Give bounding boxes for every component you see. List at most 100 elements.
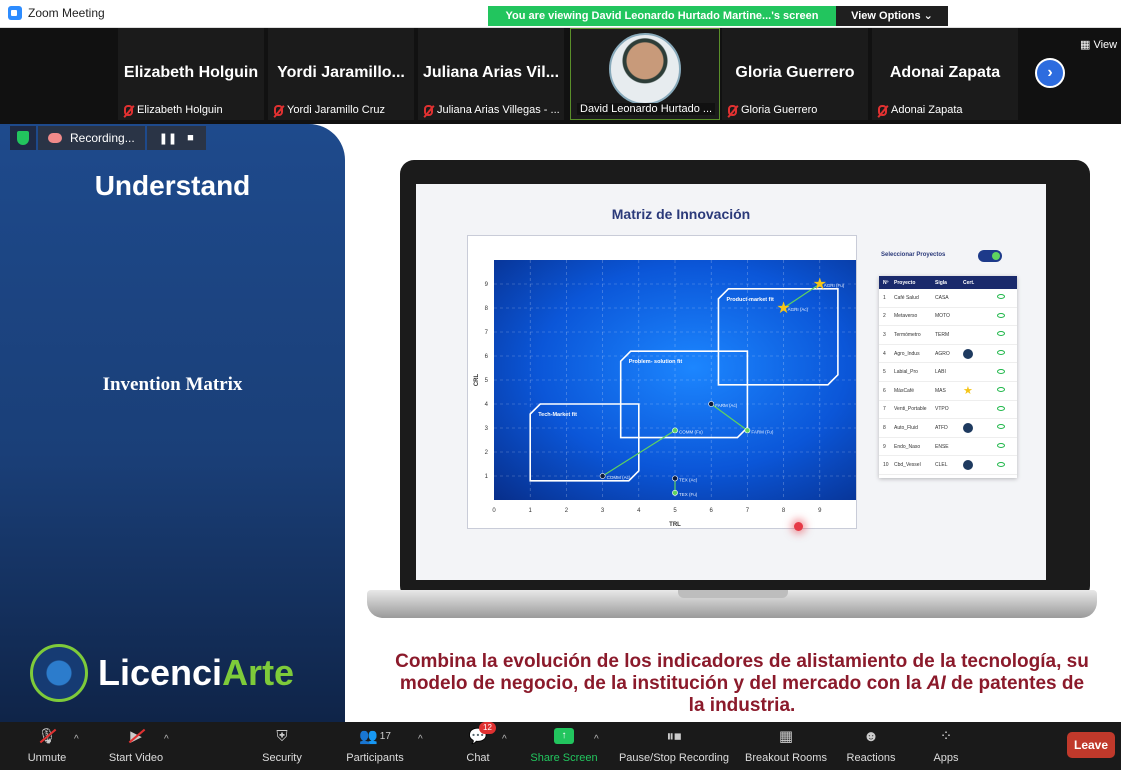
view-button[interactable]: ▦ View [1080,38,1117,51]
leave-button[interactable]: Leave [1067,732,1115,758]
project-name: Cbd_Vessel [894,462,921,469]
x-axis-label: TRL [669,522,681,528]
video-off-icon: ▶ [125,726,147,746]
zoom-logo-icon [8,6,22,20]
table-row[interactable]: 5 Labial_Pro LABI [879,363,1017,382]
security-button[interactable]: ⛨ Security [252,726,312,770]
apps-button[interactable]: ⁘ Apps [926,726,966,770]
table-header: Nº Proyecto Sigla Cert. [879,276,1017,289]
eye-icon[interactable] [997,312,1005,318]
participants-chevron-icon[interactable]: ^ [418,734,423,745]
eye-icon[interactable] [997,294,1005,300]
y-tick-label: 4 [485,402,489,408]
participant-name: Juliana Arias Vil... [422,64,560,81]
breakout-rooms-button[interactable]: ▦ Breakout Rooms [742,726,830,770]
select-projects-toggle[interactable] [978,250,1002,262]
audio-options-chevron-icon[interactable]: ^ [74,734,79,745]
participant-tile[interactable]: Yordi Jaramillo... Yordi Jaramillo Cruz [268,28,414,120]
table-row[interactable]: 9 Endo_Naso ENSE [879,438,1017,457]
project-name: Agro_Indus [894,350,920,357]
caption-line-2: modelo de negocio, de la institución y d… [372,673,1112,695]
chat-button[interactable]: 💬 12 Chat [458,722,498,770]
eye-icon[interactable] [997,461,1005,467]
project-cert [963,460,997,471]
participant-tile[interactable]: Adonai Zapata Adonai Zapata [872,28,1018,120]
pause-stop-recording-label: Pause/Stop Recording [618,752,730,764]
view-options-button[interactable]: View Options ⌄ [836,6,948,26]
table-row[interactable]: 6 MásCafé MAS ★ [879,382,1017,401]
stop-recording-icon[interactable]: ■ [187,132,194,144]
y-tick-label: 6 [485,354,489,360]
participant-tile[interactable]: Juliana Arias Vil... Juliana Arias Ville… [418,28,564,120]
pause-recording-icon[interactable]: ❚❚ [159,132,177,145]
breakout-rooms-label: Breakout Rooms [745,752,827,764]
apps-icon: ⁘ [939,728,953,745]
security-label: Security [262,752,302,764]
x-tick-label: 5 [673,508,677,514]
data-point [744,427,751,434]
video-options-chevron-icon[interactable]: ^ [164,734,169,745]
project-number: 7 [883,406,886,413]
start-video-button[interactable]: ▶ Start Video [100,726,172,770]
participant-name: Gloria Guerrero [735,64,855,81]
y-tick-label: 7 [485,330,489,336]
shared-screen: Understand Invention Matrix LicenciArte … [0,124,1121,722]
logo-mark-icon [30,644,88,702]
app-title: Zoom Meeting [8,6,105,20]
table-row[interactable]: 3 Termómetro TERM [879,326,1017,345]
y-tick-label: 1 [485,474,489,480]
caption-line-2a: modelo de negocio, de la institución y d… [399,673,927,694]
mic-muted-icon [274,104,283,116]
eye-icon[interactable] [997,424,1005,430]
share-options-chevron-icon[interactable]: ^ [594,734,599,745]
project-cert [963,422,997,433]
project-sigla: MAS [935,387,946,394]
project-name: Labial_Pro [894,369,918,376]
participant-label: Gloria Guerrero [741,104,818,116]
project-sigla: VTPO [935,406,949,413]
eye-icon[interactable] [997,350,1005,356]
project-sigla: CASA [935,294,949,301]
data-point-label: TEX (Ac) [679,477,698,482]
participant-tile[interactable]: Elizabeth Holguin Elizabeth Holguin [118,28,264,120]
certification-badge-icon [963,460,973,471]
project-number: 9 [883,443,886,450]
eye-icon[interactable] [997,368,1005,374]
table-row[interactable]: 10 Cbd_Vessel CLEL [879,456,1017,475]
eye-icon[interactable] [997,405,1005,411]
eye-icon[interactable] [997,331,1005,337]
chat-icon: 💬 12 [467,722,496,746]
participants-icon: 👥 17 [359,728,391,745]
table-row[interactable]: 8 Auto_Fluid ATFD [879,419,1017,438]
reactions-button[interactable]: ☻ Reactions [842,726,900,770]
chat-chevron-icon[interactable]: ^ [502,734,507,745]
x-tick-label: 8 [782,508,786,514]
eye-icon[interactable] [997,443,1005,449]
participant-tile-active-speaker[interactable]: David Leonardo Hurtado ... [570,28,720,120]
table-row[interactable]: 1 Café Salud CASA [879,289,1017,308]
matrix-title: Matriz de Innovación [611,206,751,222]
zone-label: Problem- solution fit [629,359,683,365]
participant-tile[interactable]: Gloria Guerrero Gloria Guerrero [722,28,868,120]
table-row[interactable]: 7 Venti_Portable VTPO [879,401,1017,420]
share-screen-button[interactable]: ↑ Share Screen [526,726,602,770]
x-tick-label: 1 [529,508,533,514]
eye-icon[interactable] [997,387,1005,393]
y-tick-label: 9 [485,282,489,288]
caption-line-3: la industria. [688,695,796,716]
unmute-button[interactable]: 🎙 Unmute [22,726,72,770]
reactions-label: Reactions [846,752,896,764]
next-page-button[interactable]: › [1035,58,1065,88]
pause-stop-recording-button[interactable]: ⏸⏹ Pause/Stop Recording [614,726,734,770]
project-number: 2 [883,313,886,320]
caption-line-1: Combina la evolución de los indicadores … [395,651,1089,672]
logo-text-part1: Licenci [98,652,223,693]
participants-button[interactable]: 👥 17 Participants [340,726,410,770]
meeting-toolbar: 🎙 Unmute ^ ▶ Start Video ^ ⛨ Security 👥1… [0,722,1121,770]
project-sigla: ATFD [935,424,948,431]
table-row[interactable]: 2 Metaverso MOTO [879,308,1017,327]
table-row[interactable]: 4 Agro_Indus AGRO [879,345,1017,364]
slide-left-panel: Understand Invention Matrix LicenciArte [0,124,345,722]
mic-muted-icon [878,104,887,116]
project-number: 1 [883,294,886,301]
